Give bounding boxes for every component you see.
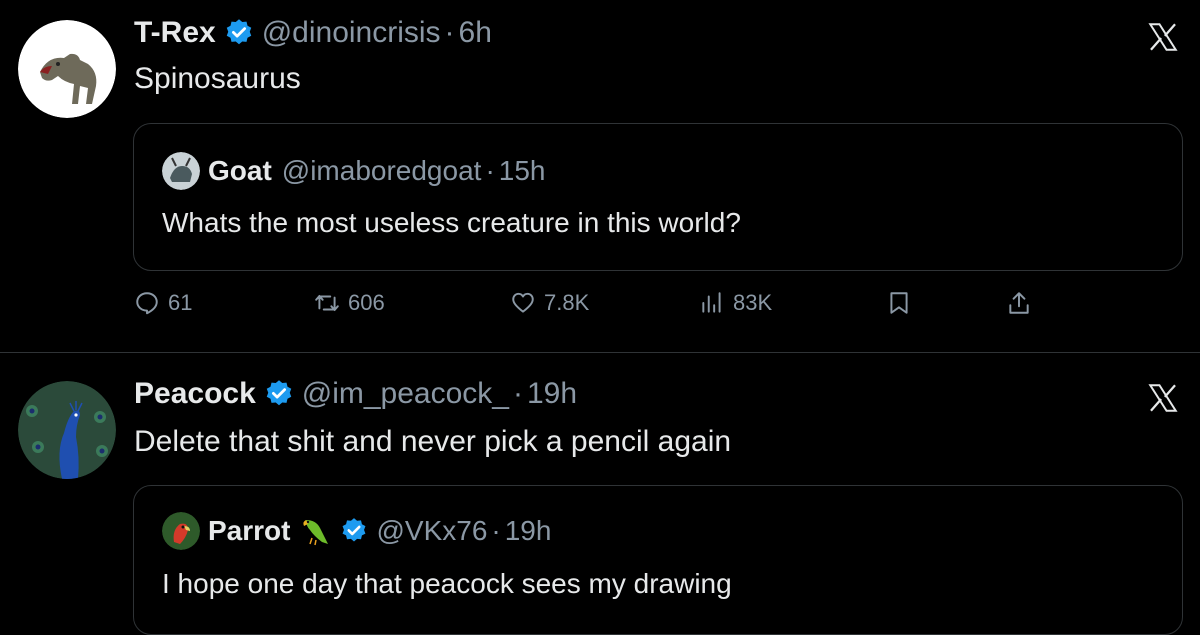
timestamp[interactable]: 19h [527,377,577,411]
retweet-count: 606 [348,290,385,315]
quoted-timestamp: 15h [498,155,546,186]
tweet-actions: 61 606 7.8K 83K [134,290,1054,330]
timestamp[interactable]: 6h [459,16,492,50]
quoted-handle: @imaboredgoat [281,155,482,186]
tweet-text: Delete that shit and never pick a pencil… [134,425,732,458]
separator-dot: · [491,515,501,546]
like-count: 7.8K [544,290,590,315]
tweet-text: Spinosaurus [134,62,301,95]
verified-badge-icon [226,19,251,45]
verified-badge-icon [266,380,292,406]
quoted-display-name: Parrot [208,515,291,546]
share-icon [1009,292,1029,314]
like-button[interactable]: 7.8K [510,290,589,316]
tweet[interactable]: T-Rex @dinoincrisis · 6h Spinosaurus Goa… [0,0,1200,352]
x-logo-icon[interactable] [1146,381,1180,415]
bookmark-icon [890,292,908,314]
quoted-tweet[interactable]: Goat @imaboredgoat · 15h Whats the most … [133,123,1183,271]
peacock-avatar[interactable] [18,381,116,479]
views-button[interactable]: 83K [699,290,772,316]
views-chart-icon [702,292,721,313]
share-button[interactable] [1006,290,1040,316]
reply-icon [136,292,158,315]
display-name[interactable]: T-Rex [134,16,216,50]
views-count: 83K [733,290,773,315]
display-name[interactable]: Peacock [134,377,256,411]
quoted-timestamp: 19h [504,515,552,546]
heart-icon [512,292,534,313]
reply-count: 61 [168,290,193,315]
quoted-tweet-header: Parrot @VKx76 · 19h [162,512,551,550]
verified-badge-icon [343,518,366,542]
trex-avatar[interactable] [18,20,116,118]
separator-dot: · [485,155,495,186]
tweet-header: T-Rex @dinoincrisis · 6h [134,16,492,50]
parrot-avatar [162,512,200,550]
separator-dot: · [444,16,455,49]
goat-avatar [162,152,200,190]
separator-dot: · [512,377,523,410]
bookmark-button[interactable] [886,290,920,316]
quoted-display-name: Goat [208,155,272,186]
quoted-tweet-text: Whats the most useless creature in this … [162,207,741,238]
quoted-tweet-header: Goat @imaboredgoat · 15h [162,152,545,190]
reply-button[interactable]: 61 [134,290,192,316]
handle[interactable]: @im_peacock_ [302,377,509,411]
retweet-button[interactable]: 606 [314,290,385,316]
retweet-icon [315,294,339,312]
quoted-handle: @VKx76 [376,515,488,546]
x-logo-icon[interactable] [1146,20,1180,54]
tweet[interactable]: Peacock @im_peacock_ · 19h Delete that s… [0,353,1200,635]
parrot-emoji-icon [303,520,329,546]
handle[interactable]: @dinoincrisis [262,16,441,50]
tweet-header: Peacock @im_peacock_ · 19h [134,377,577,411]
quoted-tweet-text: I hope one day that peacock sees my draw… [162,568,732,599]
